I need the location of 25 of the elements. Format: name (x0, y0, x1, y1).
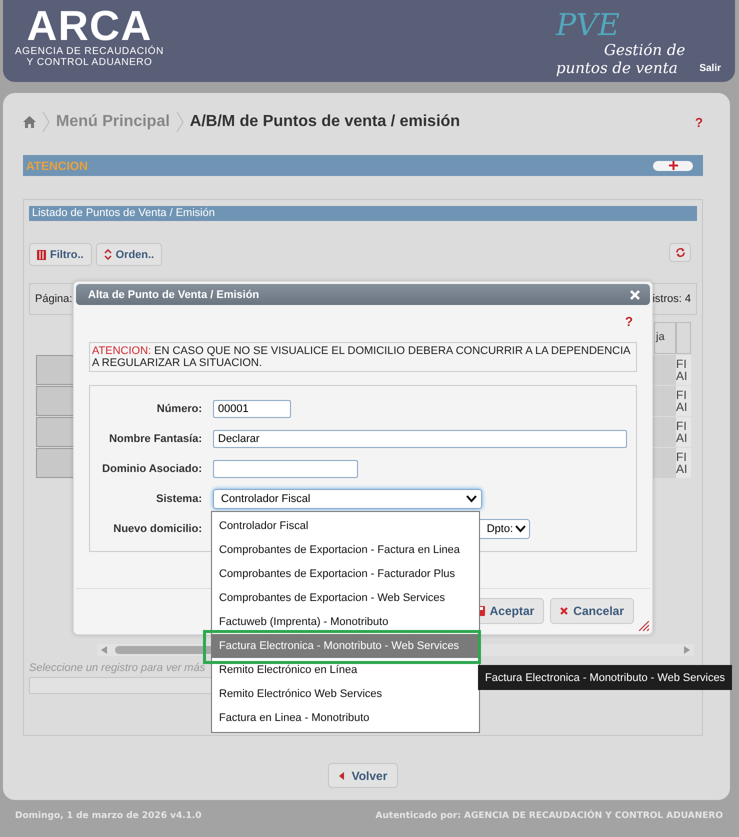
logo-title: ARCA (26, 6, 152, 46)
footer-auth: Autenticado por: AGENCIA DE RECAUDACIÓN Y CONTROL ADUANERO (376, 811, 723, 821)
table-cell: FI AI (676, 417, 691, 447)
field-label: Nombre Fantasía: (108, 433, 203, 445)
app-logo-tagline: Gestión de (602, 41, 686, 59)
panel-title: Listado de Puntos de Venta / Emisión (29, 206, 697, 221)
warning-message: ATENCION: EN CASO QUE NO SE VISUALICE EL DOMICILIO DEBERA CONCURRIR A LA DEPENDENCIA A REGULARIZAR LA SITUACION. (89, 342, 637, 372)
table-cell: FI AI (676, 386, 691, 416)
table-cell: FI AI (676, 355, 691, 385)
pager-label: Página: (35, 293, 72, 305)
field-label: Dominio Asociado: (101, 463, 203, 475)
field-label: Nuevo domicilio: (112, 523, 203, 535)
app-logo-tagline: puntos de venta (556, 59, 679, 77)
app-logo-title: PVE (556, 11, 621, 41)
footer-date: Domingo, 1 de marzo de 2026 v4.1.0 (15, 811, 202, 821)
logo-subtitle: AGENCIA DE RECAUDACIÓN (15, 46, 164, 57)
logo-subtitle: Y CONTROL ADUANERO (26, 57, 152, 68)
field-label: Número: (156, 403, 203, 415)
field-label: Sistema: (155, 493, 203, 505)
record-count: istros: 4 (652, 293, 691, 305)
tooltip: Factura Electronica - Monotributo - Web Services (478, 665, 732, 690)
hint-text: Seleccione un registro para ver más (29, 662, 206, 674)
table-cell: FI AI (676, 448, 691, 478)
attention-title: ATENCION (26, 158, 88, 172)
dialog-title: Alta de Punto de Venta / Emisión (88, 288, 260, 300)
